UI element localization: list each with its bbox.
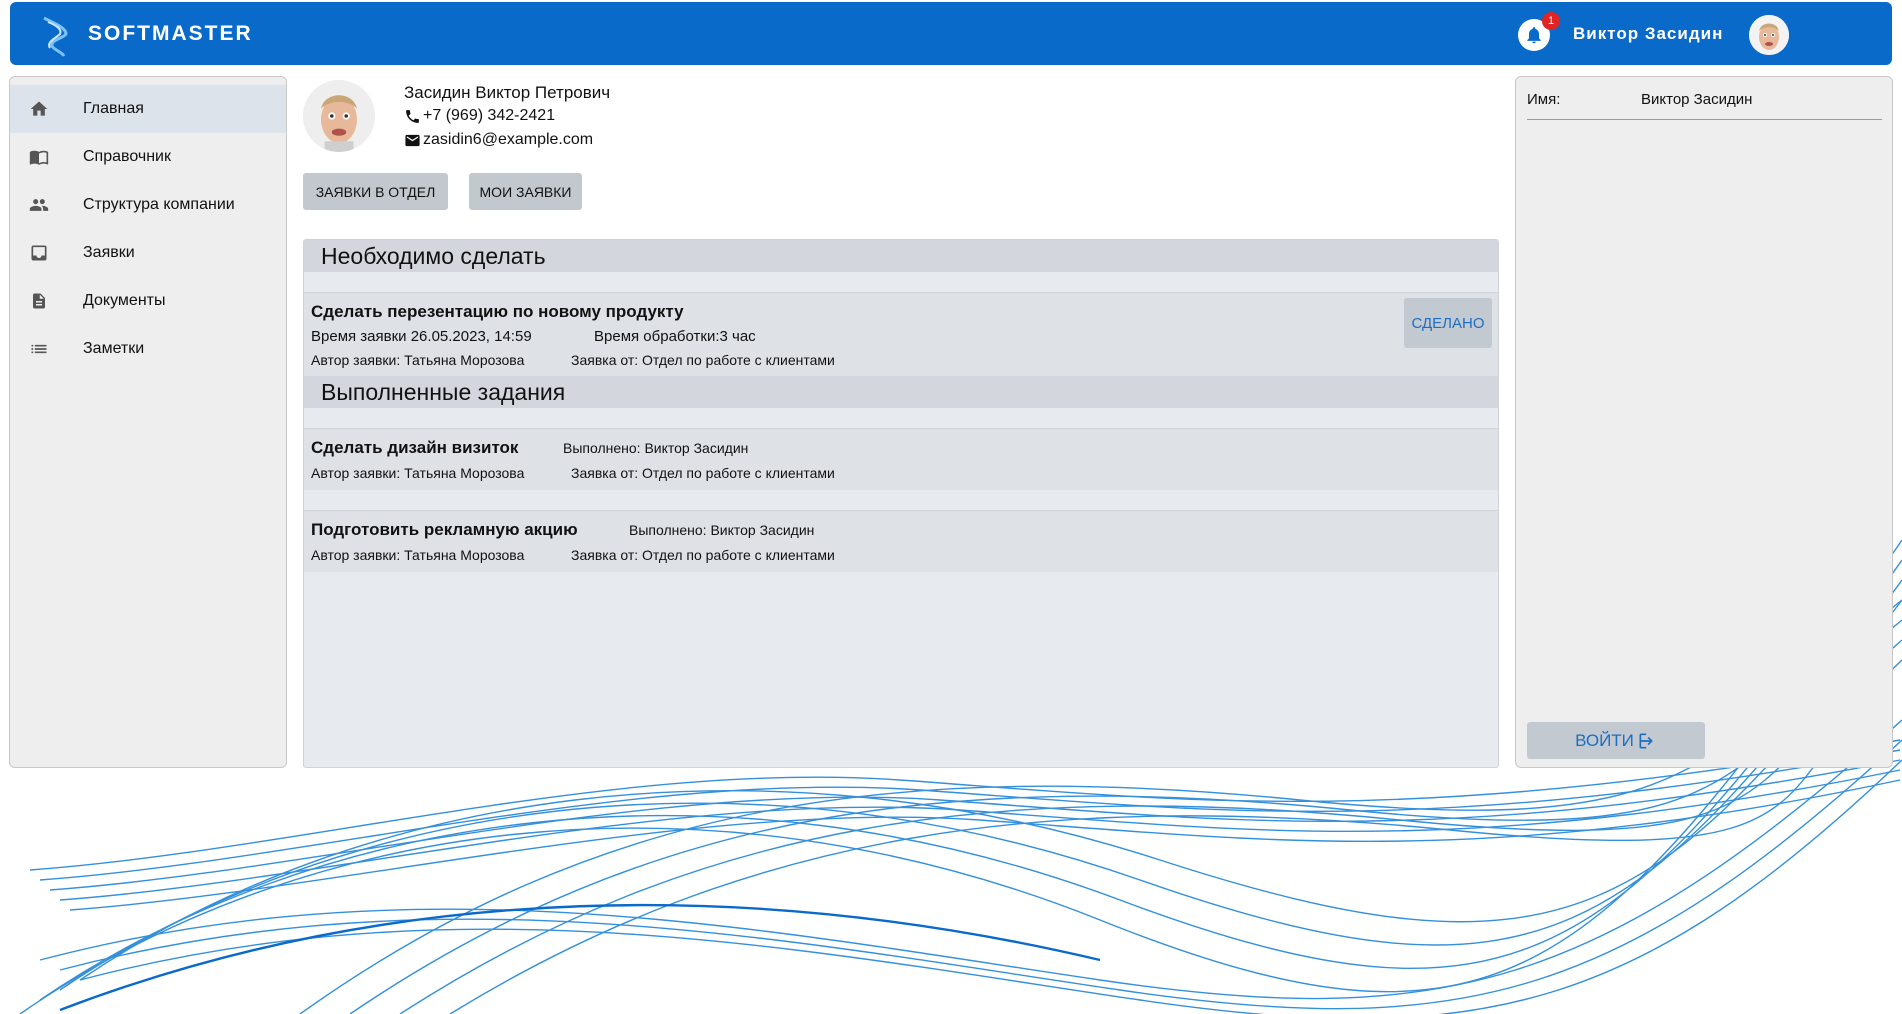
- name-value: Виктор Засидин: [1641, 91, 1753, 108]
- notification-badge: 1: [1542, 12, 1560, 30]
- todo-task-card: Сделать перезентацию по новому продукту …: [304, 292, 1498, 376]
- login-label: ВОЙТИ: [1575, 730, 1634, 750]
- profile-email: zasidin6@example.com: [404, 131, 593, 149]
- header-user-name[interactable]: Виктор Засидин: [1573, 24, 1723, 44]
- sidebar-item-label: Справочник: [83, 148, 171, 165]
- divider: [1527, 119, 1882, 120]
- task-author: Автор заявки: Татьяна Морозова: [311, 352, 525, 368]
- sidebar-item-notes[interactable]: Заметки: [10, 325, 286, 373]
- people-icon: [27, 193, 51, 217]
- sidebar-item-label: Заявки: [83, 244, 135, 261]
- sidebar-item-company-structure[interactable]: Структура компании: [10, 181, 286, 229]
- login-button[interactable]: ВОЙТИ: [1527, 722, 1705, 759]
- completed-task-card: Подготовить рекламную акцию Выполнено: В…: [304, 510, 1498, 572]
- sidebar-item-label: Главная: [83, 100, 144, 117]
- tasks-panel: Необходимо сделать Сделать перезентацию …: [303, 239, 1499, 768]
- task-author: Автор заявки: Татьяна Морозова: [311, 547, 525, 563]
- notifications-button[interactable]: 1: [1518, 12, 1560, 51]
- book-icon: [27, 145, 51, 169]
- sidebar-item-requests[interactable]: Заявки: [10, 229, 286, 277]
- home-icon: [27, 97, 51, 121]
- task-done-by: Выполнено: Виктор Засидин: [629, 522, 815, 538]
- tab-department-requests[interactable]: ЗАЯВКИ В ОТДЕЛ: [303, 173, 448, 210]
- sidebar-item-label: Документы: [83, 292, 166, 309]
- task-request-time: Время заявки 26.05.2023, 14:59: [311, 328, 532, 345]
- sidebar-item-label: Заметки: [83, 340, 145, 357]
- sidebar-item-label: Структура компании: [83, 196, 235, 213]
- inbox-icon: [27, 241, 51, 265]
- list-icon: [27, 337, 51, 361]
- name-label: Имя:: [1527, 91, 1561, 108]
- todo-heading: Необходимо сделать: [304, 240, 1498, 272]
- task-from: Заявка от: Отдел по работе с клиентами: [571, 465, 835, 481]
- sidebar-nav: Главная Справочник Структура компании За…: [9, 76, 287, 768]
- profile-email-text: zasidin6@example.com: [423, 131, 594, 148]
- top-header: SOFTMASTER 1 Виктор Засидин: [10, 2, 1892, 65]
- profile-avatar: [303, 80, 375, 152]
- brand-name: SOFTMASTER: [88, 22, 253, 45]
- task-done-by: Выполнено: Виктор Засидин: [563, 440, 749, 456]
- sidebar-item-home[interactable]: Главная: [10, 85, 286, 133]
- header-avatar[interactable]: [1749, 15, 1789, 55]
- profile-phone-text: +7 (969) 342-2421: [423, 107, 556, 124]
- user-info-panel: Имя: Виктор Засидин ВОЙТИ: [1515, 76, 1893, 768]
- phone-icon: [406, 109, 419, 123]
- completed-task-card: Сделать дизайн визиток Выполнено: Виктор…: [304, 428, 1498, 490]
- sidebar-item-documents[interactable]: Документы: [10, 277, 286, 325]
- mail-icon: [405, 134, 420, 146]
- task-author: Автор заявки: Татьяна Морозова: [311, 465, 525, 481]
- document-icon: [27, 289, 51, 313]
- task-processing-time: Время обработки:3 час: [594, 328, 756, 345]
- task-from: Заявка от: Отдел по работе с клиентами: [571, 547, 835, 563]
- softmaster-logo-icon: [43, 16, 68, 57]
- login-icon: [1639, 733, 1653, 748]
- task-title: Сделать перезентацию по новому продукту: [311, 302, 684, 321]
- done-button[interactable]: СДЕЛАНО: [1404, 298, 1492, 348]
- task-from: Заявка от: Отдел по работе с клиентами: [571, 352, 835, 368]
- profile-phone: +7 (969) 342-2421: [404, 107, 555, 125]
- sidebar-item-directory[interactable]: Справочник: [10, 133, 286, 181]
- tab-my-requests[interactable]: МОИ ЗАЯВКИ: [469, 173, 582, 210]
- profile-full-name: Засидин Виктор Петрович: [404, 83, 611, 102]
- completed-heading: Выполненные задания: [304, 376, 1498, 408]
- task-title: Сделать дизайн визиток: [311, 438, 519, 457]
- task-title: Подготовить рекламную акцию: [311, 520, 578, 539]
